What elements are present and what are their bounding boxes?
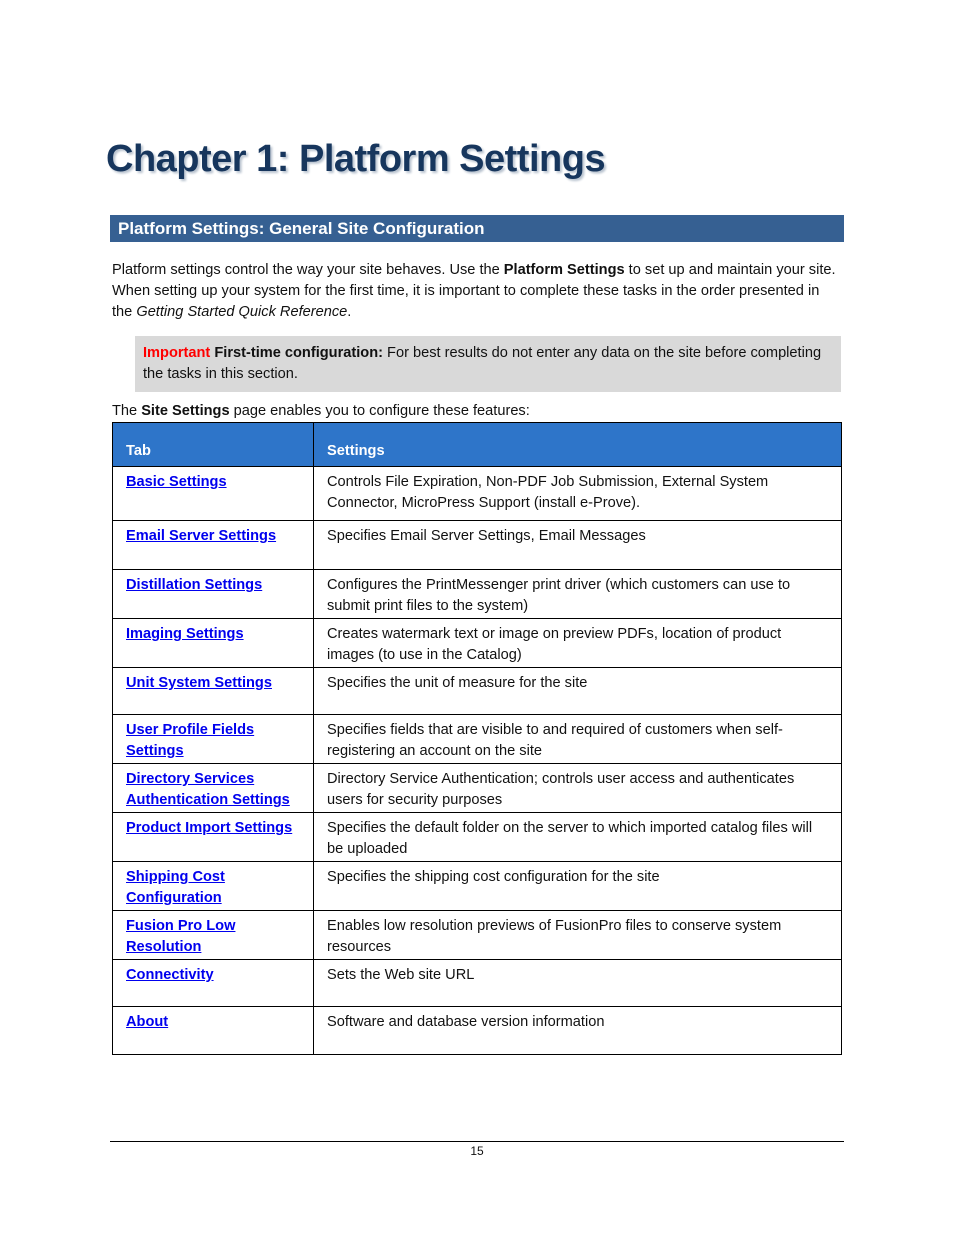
- lead-bold: Site Settings: [141, 403, 230, 419]
- table-row: Directory Services Authentication Settin…: [112, 763, 842, 813]
- settings-description: Specifies the default folder on the serv…: [313, 812, 842, 862]
- settings-description: Specifies fields that are visible to and…: [313, 714, 842, 764]
- tab-cell: Product Import Settings: [112, 812, 314, 862]
- intro-paragraph: Platform settings control the way your s…: [112, 260, 842, 323]
- chapter-title: Chapter 1: Platform Settings: [106, 138, 606, 180]
- table-row: Imaging Settings Creates watermark text o…: [112, 618, 842, 668]
- table-row: Distillation Settings Configures the Prin…: [112, 569, 842, 619]
- settings-description: Software and database version informatio…: [313, 1006, 842, 1055]
- tab-cell: Directory Services Authentication Settin…: [112, 763, 314, 813]
- tab-link[interactable]: Shipping Cost Configuration: [126, 869, 225, 906]
- table-row: Unit System Settings Specifies the unit o…: [112, 667, 842, 715]
- lead-text: The: [112, 403, 142, 419]
- intro-bold: Platform Settings: [503, 262, 625, 278]
- tab-cell: Fusion Pro Low Resolution: [112, 910, 314, 960]
- page-number: 15: [470, 1144, 484, 1158]
- table-row: About Software and database version infor…: [112, 1006, 842, 1055]
- tab-cell: Distillation Settings: [112, 569, 314, 619]
- tab-cell: Shipping Cost Configuration: [112, 861, 314, 911]
- tab-cell: About: [112, 1006, 314, 1055]
- table-row: Email Server Settings Specifies Email Ser…: [112, 520, 842, 570]
- tab-link[interactable]: Connectivity: [126, 967, 214, 983]
- tab-link[interactable]: Directory Services Authentication Settin…: [126, 771, 290, 808]
- tab-link[interactable]: Fusion Pro Low Resolution: [126, 918, 235, 955]
- table-row: User Profile Fields Settings Specifies fi…: [112, 714, 842, 764]
- tab-link[interactable]: Unit System Settings: [126, 675, 272, 691]
- tab-link[interactable]: Basic Settings: [126, 474, 227, 490]
- table-lead-text: The Site Settings page enables you to co…: [112, 401, 530, 422]
- settings-description: Specifies Email Server Settings, Email M…: [313, 520, 842, 570]
- section-heading: Platform Settings: General Site Configur…: [110, 215, 844, 242]
- tab-link[interactable]: Imaging Settings: [126, 626, 244, 642]
- lead-text: page enables you to configure these feat…: [229, 403, 530, 419]
- tab-link[interactable]: Product Import Settings: [126, 820, 292, 836]
- table-row: Connectivity Sets the Web site URL: [112, 959, 842, 1007]
- tab-cell: Email Server Settings: [112, 520, 314, 570]
- tab-link[interactable]: About: [126, 1014, 168, 1030]
- table-header-row: Tab Settings: [112, 422, 842, 467]
- settings-description: Sets the Web site URL: [313, 959, 842, 1007]
- intro-text: Platform settings control the way your s…: [112, 262, 504, 278]
- settings-description: Configures the PrintMessenger print driv…: [313, 569, 842, 619]
- important-label: Important: [143, 345, 211, 361]
- settings-description: Creates watermark text or image on previ…: [313, 618, 842, 668]
- settings-description: Controls File Expiration, Non-PDF Job Su…: [313, 466, 842, 521]
- tab-link[interactable]: Email Server Settings: [126, 528, 276, 544]
- column-header-settings: Settings: [313, 422, 842, 467]
- tab-cell: Unit System Settings: [112, 667, 314, 715]
- tab-cell: Basic Settings: [112, 466, 314, 521]
- intro-italic-reference: Getting Started Quick Reference: [136, 304, 348, 320]
- settings-description: Specifies the shipping cost configuratio…: [313, 861, 842, 911]
- settings-description: Enables low resolution previews of Fusio…: [313, 910, 842, 960]
- tab-cell: Imaging Settings: [112, 618, 314, 668]
- important-note: Important First-time configuration: For …: [135, 336, 841, 392]
- table-row: Shipping Cost Configuration Specifies the…: [112, 861, 842, 911]
- settings-table: Tab Settings Basic Settings Controls File…: [112, 422, 842, 1055]
- column-header-tab: Tab: [112, 422, 314, 467]
- settings-description: Directory Service Authentication; contro…: [313, 763, 842, 813]
- footer-divider: [110, 1141, 844, 1142]
- tab-cell: User Profile Fields Settings: [112, 714, 314, 764]
- tab-link[interactable]: User Profile Fields Settings: [126, 722, 254, 759]
- table-row: Product Import Settings Specifies the def…: [112, 812, 842, 862]
- tab-link[interactable]: Distillation Settings: [126, 577, 262, 593]
- table-row: Basic Settings Controls File Expiration, …: [112, 466, 842, 521]
- table-row: Fusion Pro Low Resolution Enables low res…: [112, 910, 842, 960]
- note-bold-label: First-time configuration:: [214, 345, 383, 361]
- settings-description: Specifies the unit of measure for the si…: [313, 667, 842, 715]
- tab-cell: Connectivity: [112, 959, 314, 1007]
- intro-text: .: [347, 304, 352, 320]
